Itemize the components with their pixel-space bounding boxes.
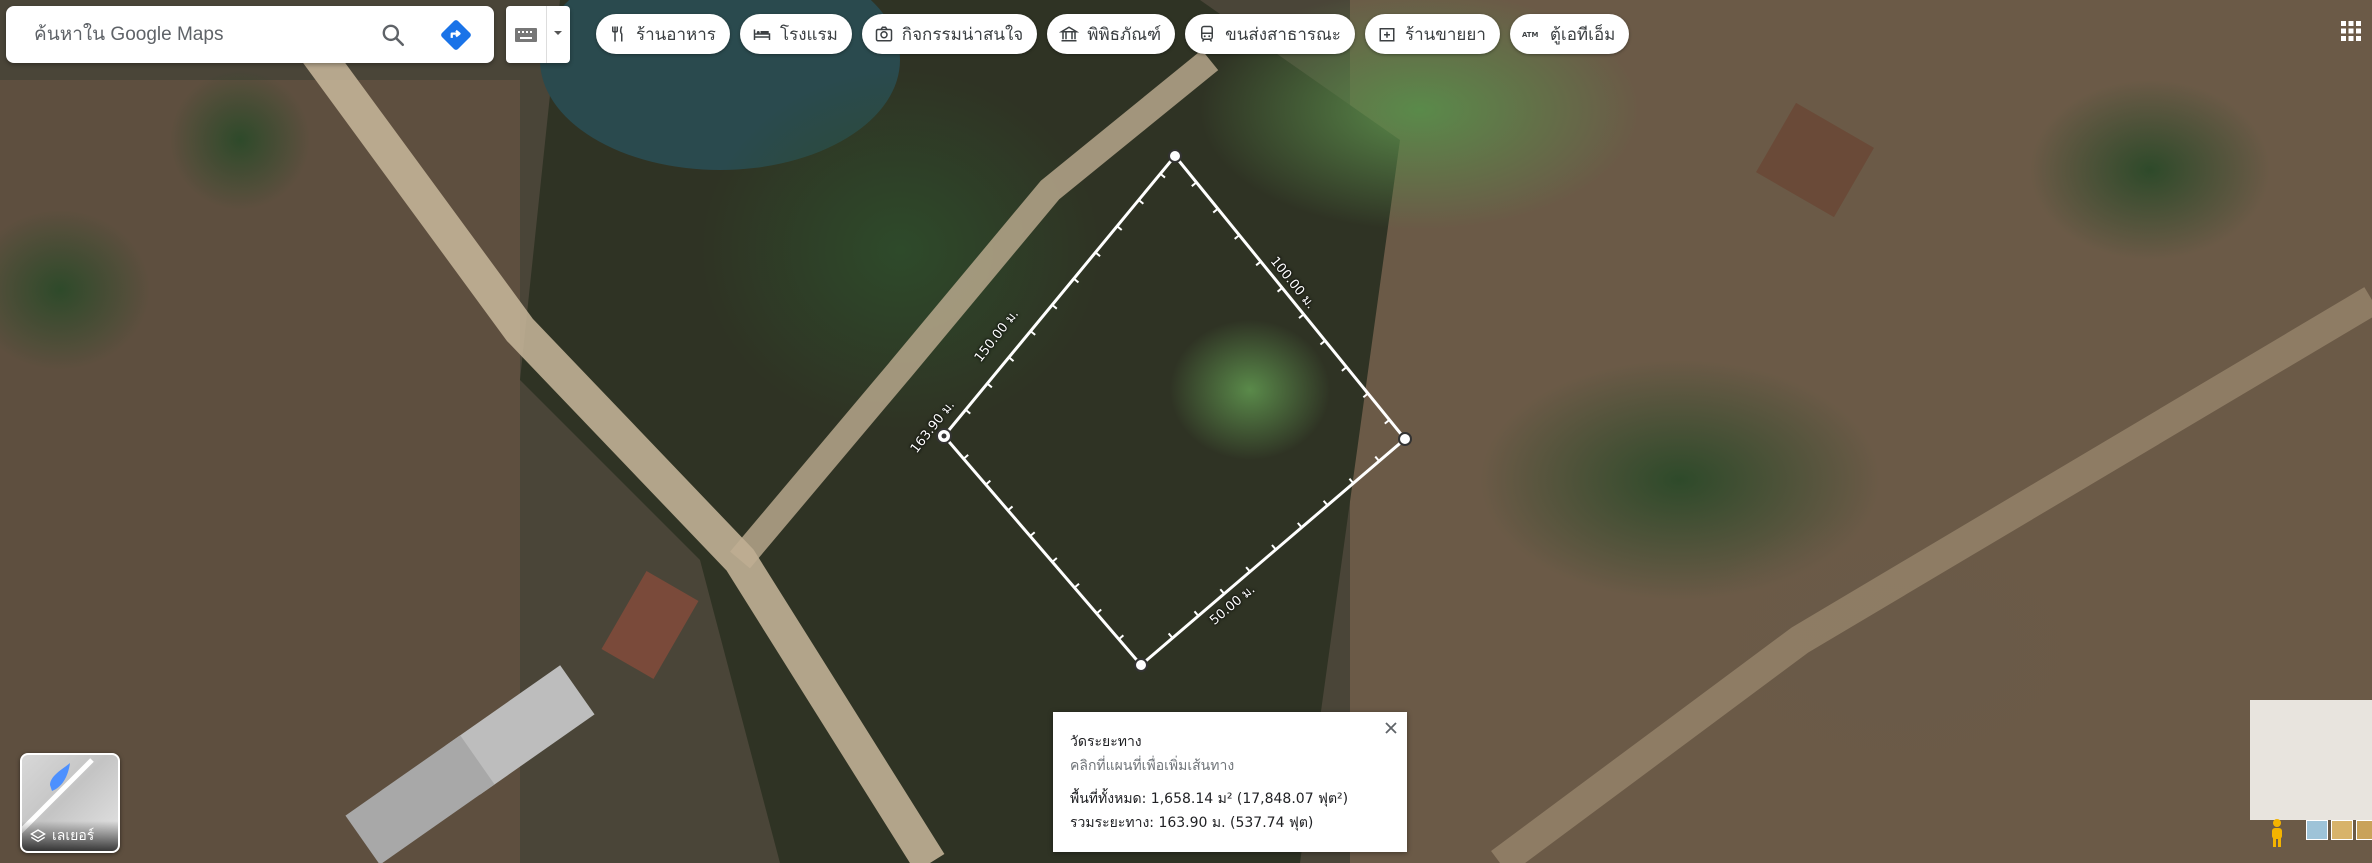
museum-icon (1059, 26, 1080, 42)
chip-transit[interactable]: ขนส่งสาธารณะ (1185, 14, 1355, 54)
close-button[interactable] (1379, 716, 1403, 740)
chip-restaurants[interactable]: ร้านอาหาร (596, 14, 730, 54)
keyboard-icon (515, 28, 537, 42)
chip-label: ร้านขายยา (1404, 24, 1486, 45)
search-box (6, 6, 494, 63)
pharmacy-icon (1379, 28, 1395, 42)
chip-label: กิจกรรมน่าสนใจ (901, 24, 1024, 45)
category-chips: ร้านอาหาร โรงแรม กิจกรรมน่าสนใจ พิพิธภัณ… (596, 14, 1630, 54)
chip-label: ร้านอาหาร (636, 24, 716, 45)
atm-icon: ATM (1522, 31, 1539, 39)
search-icon (382, 24, 405, 47)
chip-museums[interactable]: พิพิธภัณฑ์ (1047, 14, 1176, 54)
svg-text:ATM: ATM (1522, 31, 1539, 39)
measure-title: วัดระยะทาง (1070, 734, 1142, 750)
chip-label: โรงแรม (779, 24, 838, 45)
imagery-thumbnails (2306, 820, 2372, 840)
measure-total-area: พื้นที่ทั้งหมด: 1,658.14 ม² (17,848.07 ฟ… (1070, 791, 1349, 807)
transit-icon (1201, 25, 1214, 42)
chip-label: ขนส่งสาธารณะ (1225, 24, 1341, 45)
fork-knife-icon (612, 26, 623, 42)
imagery-thumbnail[interactable] (2331, 820, 2353, 840)
search-input[interactable] (32, 22, 376, 47)
chip-atms[interactable]: ATM ตู้เอทีเอ็ม (1509, 14, 1630, 54)
imagery-thumbnail[interactable] (2356, 820, 2372, 840)
layers-label: เลเยอร์ (52, 828, 95, 844)
search-button[interactable] (376, 18, 410, 52)
layers-icon (30, 829, 46, 843)
apps-grid-icon[interactable] (2340, 20, 2362, 42)
layers-button[interactable]: เลเยอร์ (20, 753, 120, 853)
camera-icon (875, 26, 893, 42)
measure-hint: คลิกที่แผนที่เพื่อเพิ่มเส้นทาง (1070, 758, 1235, 774)
input-tools-button[interactable] (506, 6, 570, 63)
imagery-thumbnail[interactable] (2306, 820, 2328, 840)
measure-total-distance: รวมระยะทาง: 163.90 ม. (537.74 ฟุต) (1070, 815, 1314, 831)
chip-label: พิพิธภัณฑ์ (1087, 24, 1162, 45)
street-view-pegman-icon[interactable] (2266, 818, 2288, 848)
chevron-down-icon (554, 31, 562, 35)
bed-icon (753, 29, 771, 40)
directions-button[interactable] (438, 17, 474, 53)
directions-icon (441, 20, 471, 50)
chip-label: ตู้เอทีเอ็ม (1549, 24, 1616, 45)
chip-things-to-do[interactable]: กิจกรรมน่าสนใจ (861, 14, 1038, 54)
chip-pharmacies[interactable]: ร้านขายยา (1364, 14, 1500, 54)
chip-hotels[interactable]: โรงแรม (739, 14, 852, 54)
measure-distance-card: วัดระยะทาง คลิกที่แผนที่เพื่อเพิ่มเส้นทา… (1053, 712, 1407, 852)
close-icon (1385, 722, 1397, 734)
